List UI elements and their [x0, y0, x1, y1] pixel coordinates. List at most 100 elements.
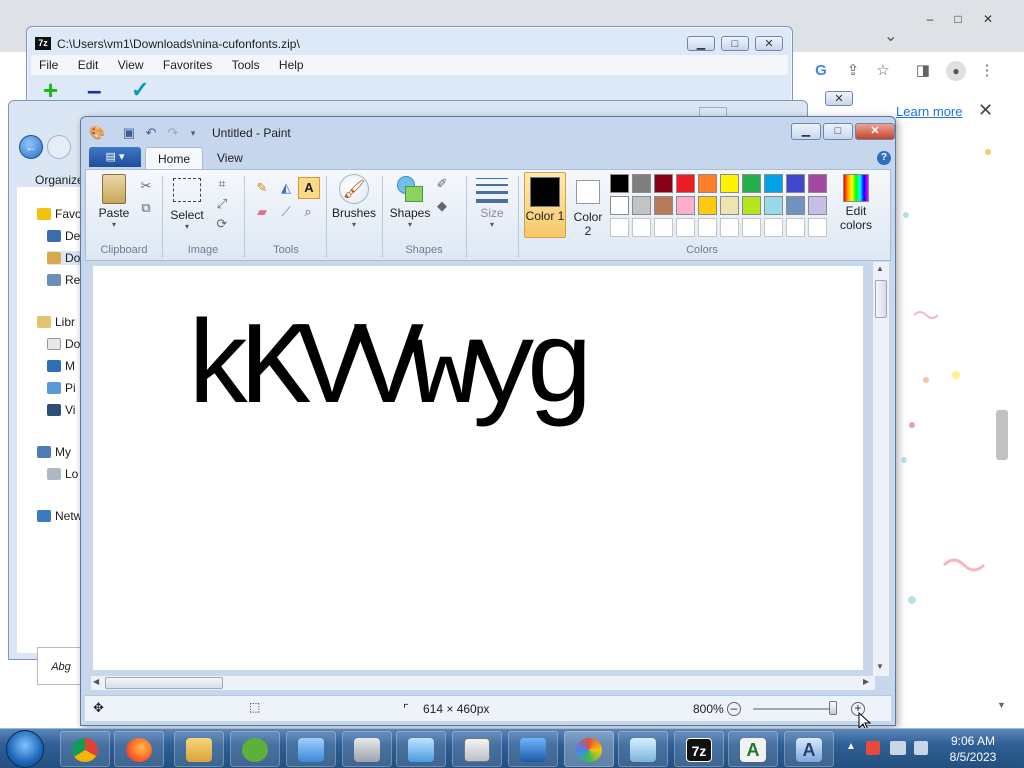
- color-picker-icon[interactable]: ⟋: [276, 202, 296, 222]
- palette-custom-slot[interactable]: [720, 218, 739, 237]
- tab-home[interactable]: Home: [145, 147, 204, 169]
- select-button[interactable]: Select ▾: [166, 174, 208, 231]
- vertical-scroll-thumb[interactable]: [875, 280, 887, 318]
- edit-colors-button[interactable]: Edit colors: [834, 174, 878, 232]
- nav-recent[interactable]: Re: [47, 273, 80, 287]
- nav-documents[interactable]: Do: [47, 337, 80, 351]
- palette-custom-slot[interactable]: [610, 218, 629, 237]
- palette-custom-slot[interactable]: [698, 218, 717, 237]
- palette-custom-slot[interactable]: [808, 218, 827, 237]
- brushes-button[interactable]: 🖌 Brushes ▾: [330, 174, 378, 229]
- nav-desktop[interactable]: De: [47, 229, 80, 243]
- fill-shape-icon[interactable]: ◆: [432, 196, 452, 216]
- palette-swatch[interactable]: [610, 196, 629, 215]
- palette-custom-slot[interactable]: [764, 218, 783, 237]
- crop-icon[interactable]: ⌗: [212, 174, 232, 194]
- network-status-icon[interactable]: [890, 741, 906, 755]
- paste-button[interactable]: Paste ▾: [94, 174, 134, 229]
- taskbar-calculator[interactable]: [452, 731, 502, 767]
- chrome-scrollbar-thumb[interactable]: [996, 410, 1008, 460]
- taskbar-printer[interactable]: [342, 731, 392, 767]
- magnifier-icon[interactable]: ⌕: [298, 202, 318, 222]
- tab-search-chevron-icon[interactable]: ⌄: [884, 26, 897, 46]
- scroll-up-arrow-icon[interactable]: ▲: [876, 264, 884, 273]
- cut-icon[interactable]: ✂: [136, 176, 156, 196]
- palette-swatch[interactable]: [764, 196, 783, 215]
- paint-close-button[interactable]: ✕: [855, 123, 895, 140]
- taskbar-explorer[interactable]: [174, 731, 224, 767]
- palette-swatch[interactable]: [676, 174, 695, 193]
- canvas-vertical-scrollbar[interactable]: ▲ ▼: [873, 262, 889, 676]
- palette-swatch[interactable]: [742, 174, 761, 193]
- canvas-horizontal-scrollbar[interactable]: ◀ ▶: [91, 676, 875, 690]
- horizontal-scroll-thumb[interactable]: [105, 677, 223, 689]
- outline-icon[interactable]: ✐: [432, 174, 452, 194]
- taskbar-font-editor[interactable]: A: [784, 731, 834, 767]
- star-icon[interactable]: ☆: [872, 60, 894, 82]
- size-button[interactable]: Size ▾: [472, 174, 512, 229]
- palette-custom-slot[interactable]: [786, 218, 805, 237]
- palette-swatch[interactable]: [808, 174, 827, 193]
- menu-edit[interactable]: Edit: [70, 55, 107, 75]
- palette-swatch[interactable]: [698, 174, 717, 193]
- nav-favorites[interactable]: Favo: [37, 207, 82, 221]
- share-icon[interactable]: ⇪: [842, 60, 864, 82]
- palette-custom-slot[interactable]: [742, 218, 761, 237]
- text-icon[interactable]: A: [298, 177, 320, 199]
- zoom-out-button[interactable]: –: [727, 702, 741, 716]
- paint-minimize-button[interactable]: ▁: [791, 123, 821, 140]
- drawing-canvas[interactable]: kKVVwyg: [93, 266, 863, 670]
- infobar-close-icon[interactable]: ✕: [978, 100, 993, 121]
- palette-swatch[interactable]: [720, 196, 739, 215]
- eraser-icon[interactable]: ▰: [252, 202, 272, 222]
- file-menu-button[interactable]: ▤ ▾: [89, 147, 141, 167]
- paint-maximize-button[interactable]: □: [823, 123, 853, 140]
- pencil-icon[interactable]: ✎: [252, 178, 272, 198]
- google-icon[interactable]: G: [810, 60, 832, 82]
- taskbar-font-viewer[interactable]: A: [728, 731, 778, 767]
- forward-icon[interactable]: [47, 135, 71, 159]
- taskbar-utorrent[interactable]: [230, 731, 280, 767]
- taskbar-firefox[interactable]: [114, 731, 164, 767]
- menu-help[interactable]: Help: [271, 55, 312, 75]
- taskbar-7zip[interactable]: 7z: [674, 731, 724, 767]
- nav-libraries[interactable]: Libr: [37, 315, 75, 329]
- palette-swatch[interactable]: [786, 174, 805, 193]
- palette-swatch[interactable]: [698, 196, 717, 215]
- shapes-button[interactable]: Shapes ▾: [386, 174, 434, 229]
- taskbar-mail[interactable]: [396, 731, 446, 767]
- back-icon[interactable]: ←: [19, 135, 43, 159]
- system-clock[interactable]: 9:06 AM 8/5/2023: [936, 733, 1010, 765]
- learn-more-link[interactable]: Learn more: [896, 104, 962, 119]
- taskbar-notepad[interactable]: [618, 731, 668, 767]
- palette-custom-slot[interactable]: [676, 218, 695, 237]
- palette-swatch[interactable]: [632, 196, 651, 215]
- palette-swatch[interactable]: [720, 174, 739, 193]
- sevenzip-maximize-button[interactable]: □: [721, 36, 749, 51]
- volume-muted-icon[interactable]: [914, 741, 928, 755]
- redo-icon[interactable]: ↷: [165, 125, 181, 141]
- chrome-maximize-button[interactable]: □: [944, 10, 972, 26]
- show-hidden-icons-arrow-icon[interactable]: ▲: [846, 741, 856, 752]
- scroll-down-arrow-icon[interactable]: ▼: [997, 700, 1006, 710]
- palette-swatch[interactable]: [808, 196, 827, 215]
- taskbar-chrome[interactable]: [60, 731, 110, 767]
- copy-icon[interactable]: ⧉: [136, 198, 156, 218]
- menu-tools[interactable]: Tools: [224, 55, 268, 75]
- sevenzip-minimize-button[interactable]: ▁: [687, 36, 715, 51]
- organize-button[interactable]: Organize: [35, 173, 84, 187]
- menu-file[interactable]: File: [31, 55, 66, 75]
- color2-button[interactable]: Color 2: [570, 172, 606, 238]
- sidepanel-icon[interactable]: ◨: [912, 60, 934, 82]
- chrome-close-button[interactable]: ✕: [974, 10, 1002, 26]
- undo-icon[interactable]: ↶: [143, 125, 159, 141]
- palette-swatch[interactable]: [610, 174, 629, 193]
- explorer-close-button[interactable]: ✕: [825, 91, 853, 106]
- resize-icon[interactable]: ⤢: [212, 194, 232, 214]
- zoom-slider-thumb[interactable]: [829, 701, 837, 715]
- profile-icon[interactable]: ●: [946, 61, 966, 81]
- color1-button[interactable]: Color 1: [524, 172, 566, 238]
- nav-music[interactable]: M: [47, 359, 75, 373]
- taskbar-control-panel[interactable]: [286, 731, 336, 767]
- action-center-flag-icon[interactable]: [866, 741, 880, 755]
